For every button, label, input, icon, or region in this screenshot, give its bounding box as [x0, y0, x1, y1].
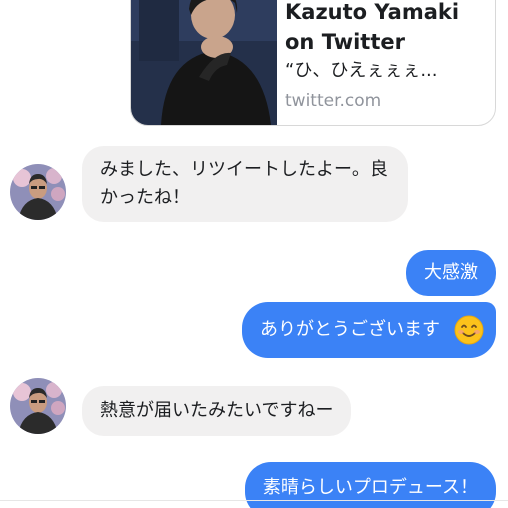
- message-bubble-incoming[interactable]: みました、リツイートしたよー。良かったね！: [82, 146, 408, 222]
- link-preview-title: Kazuto Yamaki on Twitter: [285, 0, 460, 54]
- avatar[interactable]: [10, 378, 66, 434]
- smiling-face-emoji-icon: [454, 315, 484, 345]
- message-bubble-incoming[interactable]: 熱意が届いたみたいですねー: [82, 386, 352, 436]
- message-text: ありがとうございます: [260, 319, 440, 340]
- link-preview-thumbnail: [131, 0, 277, 125]
- avatar[interactable]: [10, 164, 66, 220]
- message-bubble-outgoing[interactable]: 大感激: [406, 250, 496, 296]
- message-bubble-outgoing[interactable]: ありがとうございます: [242, 302, 496, 358]
- link-preview-card[interactable]: Kazuto Yamaki on Twitter “ひ、ひえぇぇぇ... twi…: [130, 0, 496, 126]
- link-preview-domain: twitter.com: [285, 91, 382, 111]
- message-bubble-outgoing[interactable]: 素晴らしいプロデュース！: [244, 462, 496, 508]
- divider: [0, 500, 508, 501]
- messenger-chat-view: Kazuto Yamaki on Twitter “ひ、ひえぇぇぇ... twi…: [0, 0, 508, 508]
- link-preview-description: “ひ、ひえぇぇぇ...: [285, 60, 438, 81]
